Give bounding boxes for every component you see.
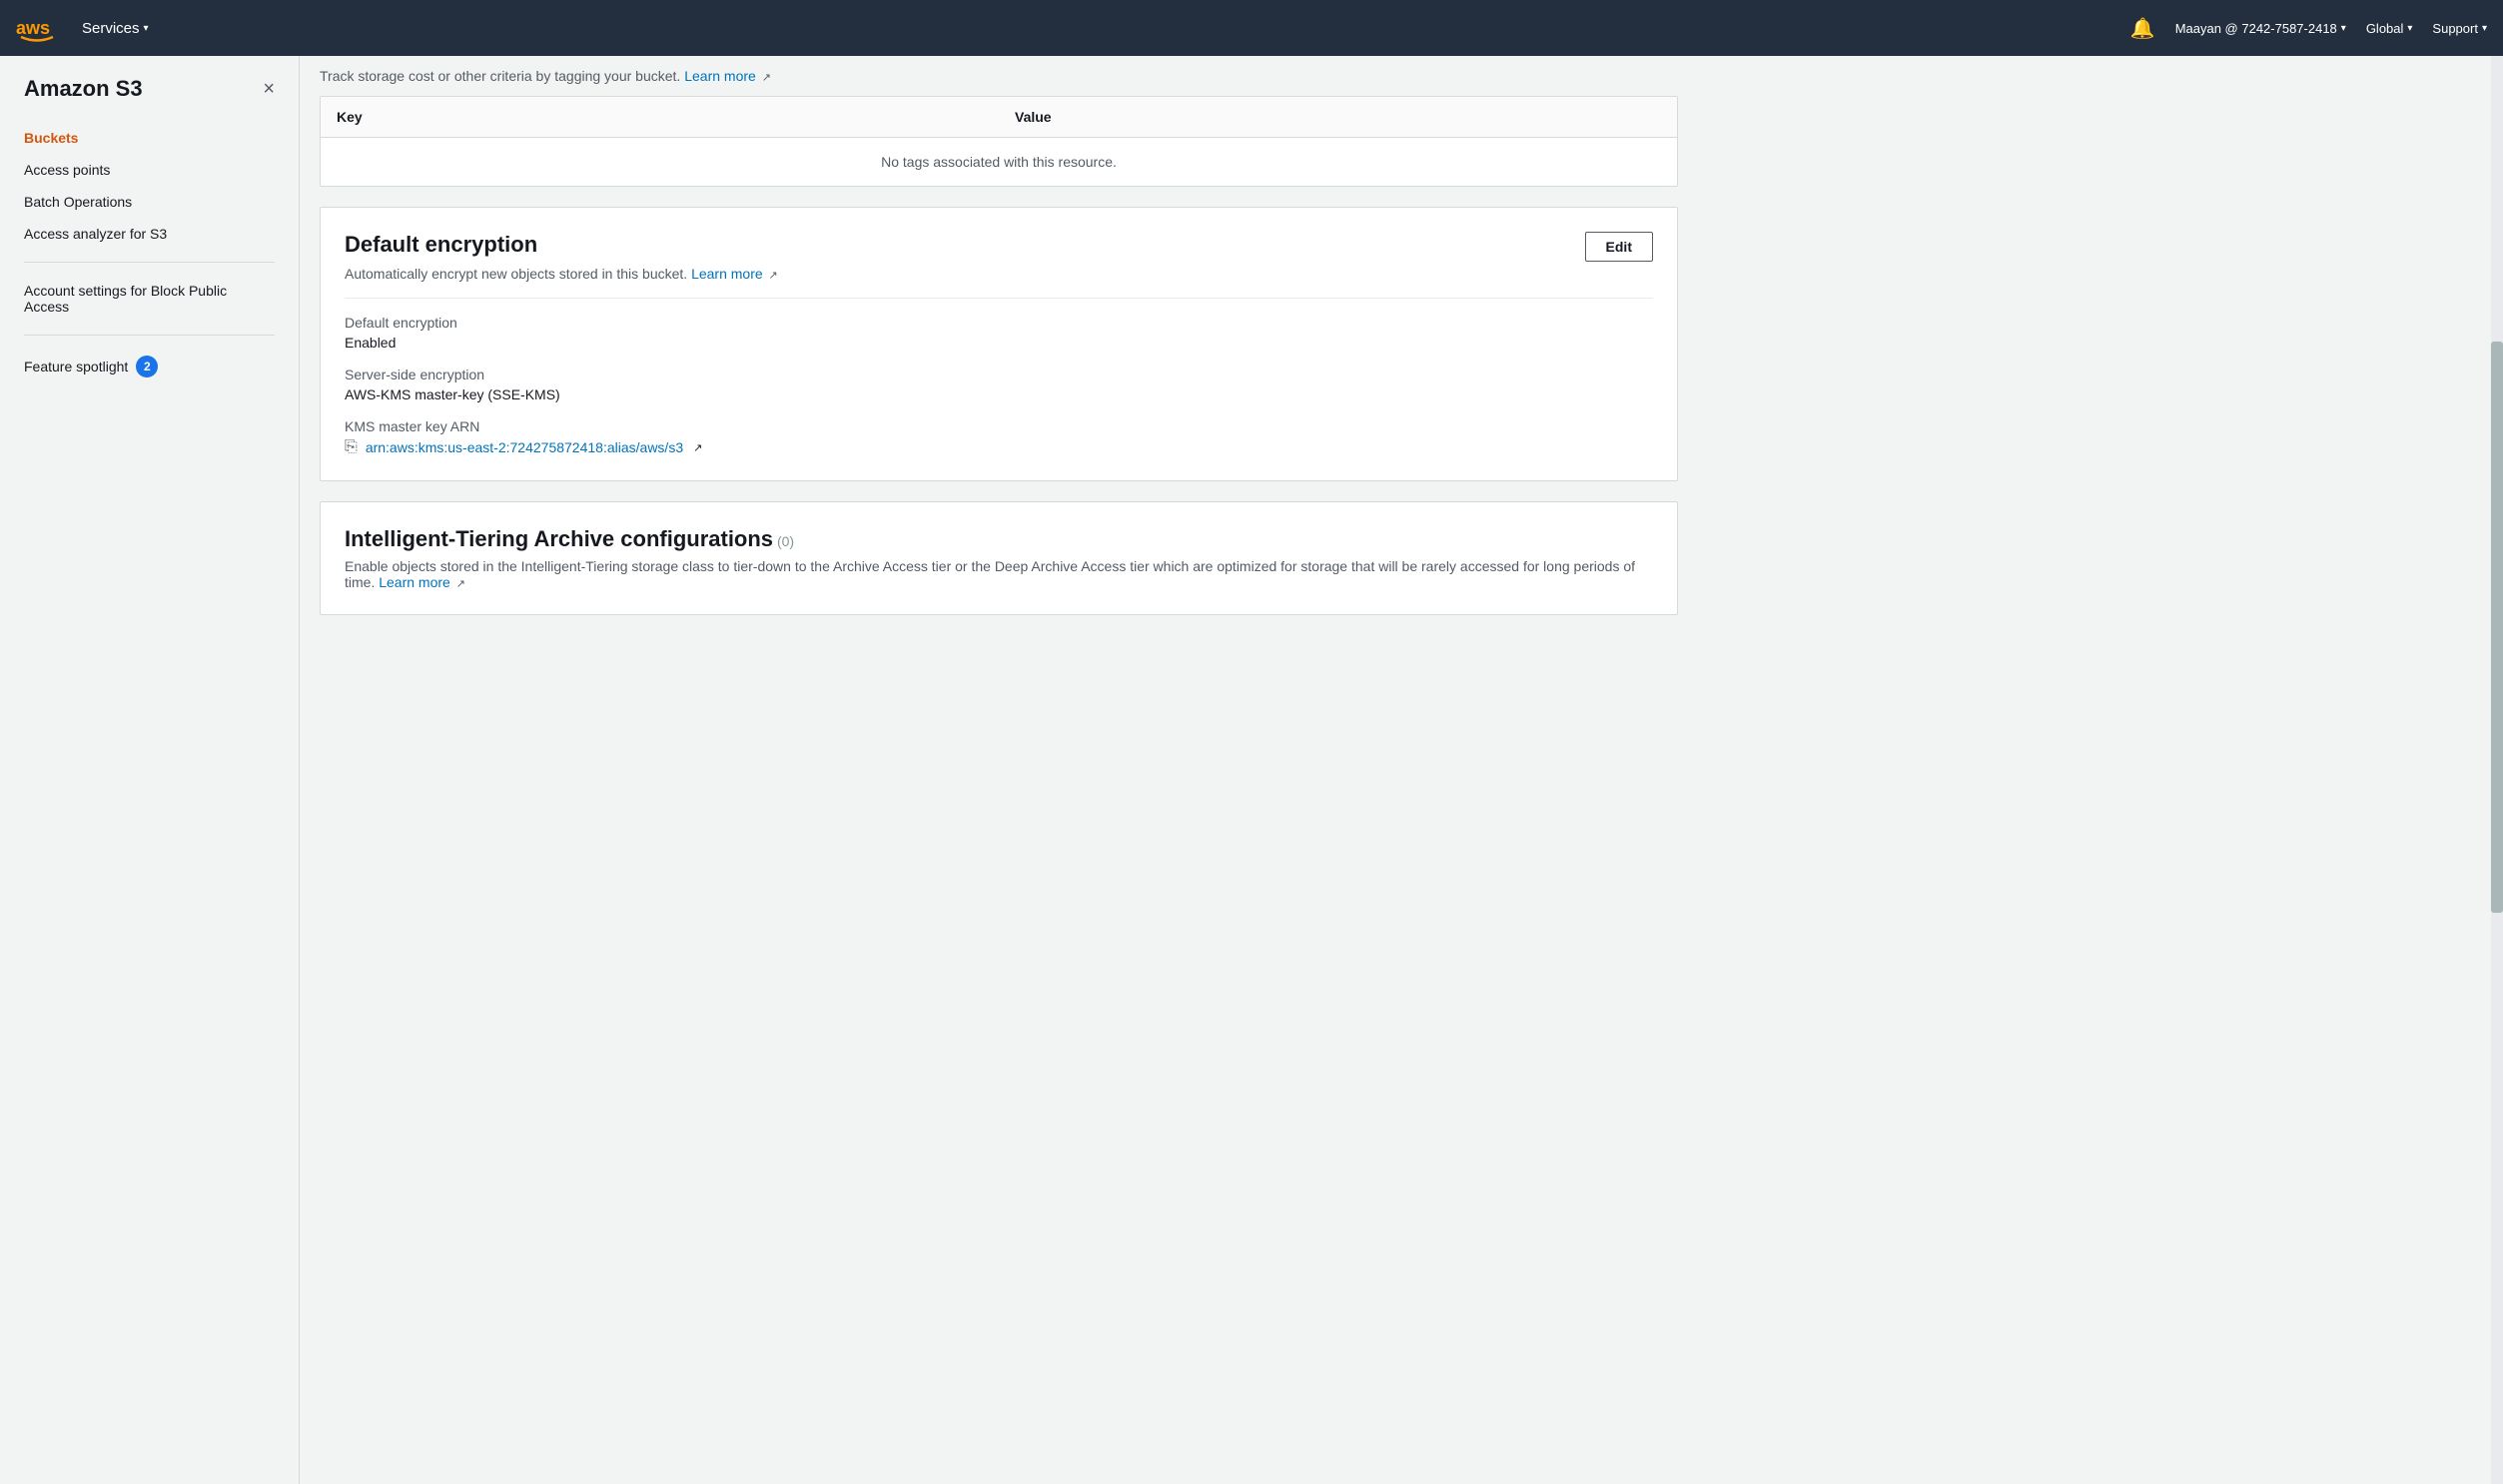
encryption-edit-button[interactable]: Edit bbox=[1585, 232, 1653, 262]
sidebar-item-access-analyzer[interactable]: Access analyzer for S3 bbox=[0, 218, 299, 250]
scrollbar-track[interactable] bbox=[2491, 56, 2503, 1484]
services-caret: ▾ bbox=[144, 23, 149, 34]
sidebar-close-button[interactable]: × bbox=[263, 78, 275, 101]
encryption-card-header: Default encryption Edit bbox=[345, 232, 1653, 262]
tags-table: Key Value No tags associated with this r… bbox=[320, 96, 1678, 187]
global-menu[interactable]: Global ▾ bbox=[2366, 21, 2413, 36]
nav-right: 🔔 Maayan @ 7242-7587-2418 ▾ Global ▾ Sup… bbox=[2130, 16, 2487, 41]
encryption-title: Default encryption bbox=[345, 232, 537, 258]
encryption-field-default: Default encryption Enabled bbox=[345, 315, 1653, 351]
sidebar-nav: Buckets Access points Batch Operations A… bbox=[0, 122, 299, 250]
encryption-divider bbox=[345, 298, 1653, 299]
sidebar-header: Amazon S3 × bbox=[0, 76, 299, 122]
notifications-bell[interactable]: 🔔 bbox=[2130, 16, 2155, 41]
sidebar-item-batch-operations[interactable]: Batch Operations bbox=[0, 186, 299, 218]
encryption-title-block: Default encryption bbox=[345, 232, 537, 258]
it-learn-more-link[interactable]: Learn more bbox=[379, 574, 450, 590]
sidebar-title: Amazon S3 bbox=[24, 76, 143, 102]
it-description: Enable objects stored in the Intelligent… bbox=[345, 558, 1653, 590]
services-menu[interactable]: Services ▾ bbox=[82, 20, 149, 37]
encryption-field-sse: Server-side encryption AWS-KMS master-ke… bbox=[345, 367, 1653, 402]
sidebar-item-access-points[interactable]: Access points bbox=[0, 154, 299, 186]
tags-learn-more-link[interactable]: Learn more bbox=[684, 68, 756, 84]
default-encryption-card: Default encryption Edit Automatically en… bbox=[320, 207, 1678, 481]
encryption-sse-label: Server-side encryption bbox=[345, 367, 1653, 382]
tags-info: Track storage cost or other criteria by … bbox=[320, 56, 1678, 96]
top-navigation: aws Services ▾ 🔔 Maayan @ 7242-7587-2418… bbox=[0, 0, 2503, 56]
page-layout: Amazon S3 × Buckets Access points Batch … bbox=[0, 56, 2503, 1484]
sidebar-divider bbox=[24, 262, 275, 263]
sidebar-item-block-public-access[interactable]: Account settings for Block Public Access bbox=[0, 275, 299, 323]
arn-external-link-icon: ↗ bbox=[693, 441, 702, 454]
encryption-arn-link[interactable]: arn:aws:kms:us-east-2:724275872418:alias… bbox=[366, 439, 683, 455]
sidebar: Amazon S3 × Buckets Access points Batch … bbox=[0, 56, 300, 1484]
tags-value-column: Value bbox=[999, 97, 1677, 137]
services-label: Services bbox=[82, 20, 140, 37]
user-caret: ▾ bbox=[2341, 23, 2346, 34]
encryption-arn-row: ⎘ arn:aws:kms:us-east-2:724275872418:ali… bbox=[345, 438, 1653, 456]
content-area: Track storage cost or other criteria by … bbox=[300, 56, 1698, 665]
sidebar-item-buckets[interactable]: Buckets bbox=[0, 122, 299, 154]
encryption-learn-more-link[interactable]: Learn more bbox=[691, 266, 763, 282]
sidebar-divider-2 bbox=[24, 335, 275, 336]
tags-info-text: Track storage cost or other criteria by … bbox=[320, 68, 680, 84]
scrollbar-thumb[interactable] bbox=[2491, 342, 2503, 913]
feature-spotlight-badge: 2 bbox=[136, 356, 158, 377]
encryption-subtitle: Automatically encrypt new objects stored… bbox=[345, 266, 1653, 282]
encryption-default-value: Enabled bbox=[345, 335, 1653, 351]
global-caret: ▾ bbox=[2407, 23, 2412, 34]
it-card-header: Intelligent-Tiering Archive configuratio… bbox=[345, 526, 1653, 552]
copy-icon[interactable]: ⎘ bbox=[345, 438, 358, 456]
global-label: Global bbox=[2366, 21, 2404, 36]
aws-logo[interactable]: aws bbox=[16, 14, 58, 42]
it-title: Intelligent-Tiering Archive configuratio… bbox=[345, 526, 773, 551]
intelligent-tiering-card: Intelligent-Tiering Archive configuratio… bbox=[320, 501, 1678, 615]
user-label: Maayan @ 7242-7587-2418 bbox=[2175, 21, 2337, 36]
support-label: Support bbox=[2432, 21, 2478, 36]
support-caret: ▾ bbox=[2482, 23, 2487, 34]
encryption-subtitle-text: Automatically encrypt new objects stored… bbox=[345, 266, 687, 282]
user-menu[interactable]: Maayan @ 7242-7587-2418 ▾ bbox=[2175, 21, 2346, 36]
tags-external-link-icon: ↗ bbox=[762, 72, 771, 84]
encryption-arn-label: KMS master key ARN bbox=[345, 418, 1653, 434]
tags-key-column: Key bbox=[321, 97, 999, 137]
svg-text:aws: aws bbox=[16, 18, 50, 38]
it-external-link-icon: ↗ bbox=[456, 578, 465, 590]
it-count: (0) bbox=[777, 533, 794, 549]
encryption-sse-value: AWS-KMS master-key (SSE-KMS) bbox=[345, 386, 1653, 402]
encryption-external-link-icon: ↗ bbox=[769, 270, 778, 282]
it-title-block: Intelligent-Tiering Archive configuratio… bbox=[345, 526, 794, 552]
encryption-field-arn: KMS master key ARN ⎘ arn:aws:kms:us-east… bbox=[345, 418, 1653, 456]
sidebar-item-feature-spotlight[interactable]: Feature spotlight 2 bbox=[0, 348, 299, 385]
feature-spotlight-label: Feature spotlight bbox=[24, 359, 128, 374]
encryption-default-label: Default encryption bbox=[345, 315, 1653, 331]
tags-table-header: Key Value bbox=[321, 97, 1677, 138]
it-desc-text: Enable objects stored in the Intelligent… bbox=[345, 558, 1635, 590]
main-content: Track storage cost or other criteria by … bbox=[300, 56, 2503, 1484]
tags-empty-message: No tags associated with this resource. bbox=[321, 138, 1677, 186]
support-menu[interactable]: Support ▾ bbox=[2432, 21, 2487, 36]
